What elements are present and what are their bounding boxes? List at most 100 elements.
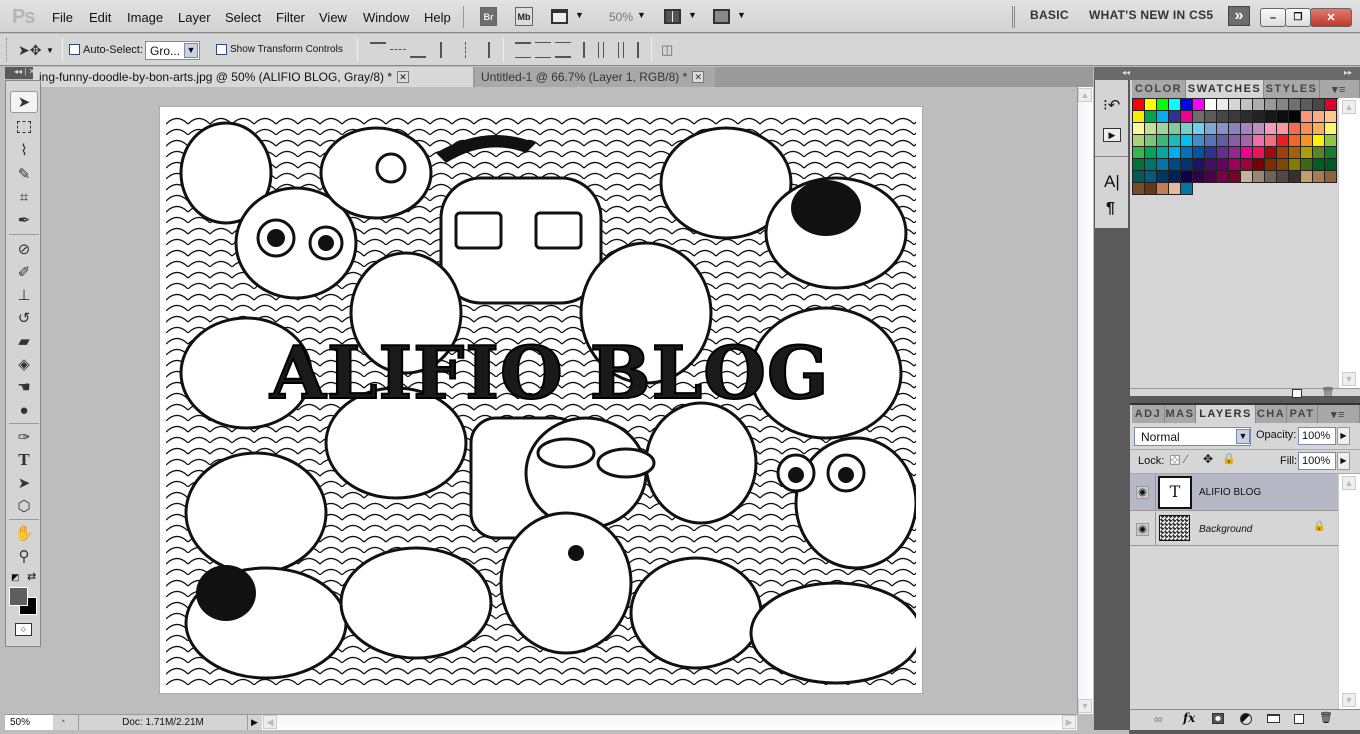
chevron-down-icon[interactable]: ▼ [575,10,584,20]
color-swatch[interactable] [1325,159,1337,171]
auto-select-checkbox[interactable] [69,44,80,55]
color-swatch[interactable] [1205,99,1217,111]
color-swatch[interactable] [1169,111,1181,123]
color-swatch[interactable] [1157,135,1169,147]
blur-tool-icon[interactable]: ● [10,399,38,421]
opacity-slider-arrow-icon[interactable]: ▶ [1337,427,1350,445]
fill-field[interactable]: 100% [1298,452,1336,470]
color-swatch[interactable] [1145,147,1157,159]
color-swatch[interactable] [1241,135,1253,147]
color-swatch[interactable] [1313,123,1325,135]
color-swatch[interactable] [1133,123,1145,135]
tab-swatches[interactable]: SWATCHES [1186,80,1264,98]
vertical-scrollbar[interactable]: ▲ ▼ [1077,87,1093,714]
menu-help[interactable]: Help [424,10,451,25]
color-swatch[interactable] [1145,111,1157,123]
color-swatch[interactable] [1229,147,1241,159]
color-swatch[interactable] [1301,123,1313,135]
color-swatch[interactable] [1277,111,1289,123]
mini-bridge-button[interactable]: Mb [515,7,533,26]
color-swatch[interactable] [1181,159,1193,171]
chevron-down-icon[interactable]: ▼ [46,46,54,55]
color-swatch[interactable] [1301,99,1313,111]
align-top-icon[interactable] [370,42,386,58]
color-swatch[interactable] [1145,183,1157,195]
color-swatch[interactable] [1181,183,1193,195]
eye-icon[interactable]: ◉ [1136,523,1149,536]
lock-transparent-icon[interactable] [1170,455,1180,465]
color-swatch[interactable] [1133,135,1145,147]
tab-layers[interactable]: LAYERS [1196,405,1256,423]
color-swatch[interactable] [1265,123,1277,135]
color-swatch[interactable] [1217,171,1229,183]
distribute-top-icon[interactable] [515,42,531,58]
color-swatch[interactable] [1301,147,1313,159]
color-swatch[interactable] [1289,159,1301,171]
distribute-left-icon[interactable] [583,42,599,58]
swap-colors-icon[interactable]: ⇄ [27,570,36,583]
screen-mode-icon[interactable] [713,9,730,24]
tab-document-2[interactable]: Untitled-1 @ 66.7% (Layer 1, RGB/8) * ✕ [475,67,715,87]
color-swatch[interactable] [1277,159,1289,171]
eye-icon[interactable]: ◉ [1136,486,1149,499]
color-swatch[interactable] [1325,123,1337,135]
new-swatch-icon[interactable] [1292,389,1302,398]
type-tool-icon[interactable]: T [10,449,38,471]
hand-tool-icon[interactable]: ✋ [10,522,38,544]
eyedropper-tool-icon[interactable]: ✒ [10,209,38,231]
timing-icon[interactable]: ◔ [59,716,66,728]
color-swatch[interactable] [1289,99,1301,111]
close-button[interactable]: ✕ [1310,8,1352,27]
quick-mask-icon[interactable]: ○ [15,623,32,636]
swatch-scrollbar[interactable]: ▲ ▼ [1338,98,1360,388]
color-swatch[interactable] [1313,147,1325,159]
color-swatch[interactable] [1181,123,1193,135]
color-swatch[interactable] [1325,99,1337,111]
color-swatch[interactable] [1169,171,1181,183]
color-swatch[interactable] [1313,111,1325,123]
color-swatch[interactable] [1157,171,1169,183]
quick-selection-tool-icon[interactable]: ✎ [10,163,38,185]
color-swatch[interactable] [1301,171,1313,183]
color-swatch[interactable] [1289,123,1301,135]
color-swatch[interactable] [1241,147,1253,159]
scroll-right-icon[interactable]: ▶ [1062,715,1076,729]
layers-scrollbar[interactable]: ▲ ▼ [1338,474,1360,709]
chevron-down-icon[interactable]: ▼ [737,10,746,20]
color-swatch[interactable] [1133,159,1145,171]
history-brush-tool-icon[interactable]: ↺ [10,307,38,329]
color-swatch[interactable] [1169,135,1181,147]
color-swatch[interactable] [1289,111,1301,123]
close-tab-icon[interactable]: ✕ [692,71,705,83]
distribute-vcenter-icon[interactable] [535,42,551,58]
chevron-down-icon[interactable]: ▼ [688,10,697,20]
path-selection-tool-icon[interactable]: ➤ [10,472,38,494]
marquee-tool-icon[interactable] [10,116,38,138]
tab-channels[interactable]: CHA [1256,405,1287,423]
panel-menu-icon[interactable]: ▾≡ [1320,80,1360,98]
paint-bucket-tool-icon[interactable]: ◈ [10,353,38,375]
history-panel-icon[interactable]: ⁝↶ [1103,96,1120,114]
layer-name[interactable]: ALIFIO BLOG [1199,487,1261,498]
arrange-documents-icon[interactable] [664,9,681,24]
color-swatch[interactable] [1193,111,1205,123]
color-swatch[interactable] [1193,159,1205,171]
distribute-hcenter-icon[interactable] [603,42,619,58]
color-swatch[interactable] [1313,159,1325,171]
menu-edit[interactable]: Edit [89,10,111,25]
align-bottom-icon[interactable] [410,42,426,58]
menu-window[interactable]: Window [363,10,409,25]
lasso-tool-icon[interactable]: ⌇ [10,139,38,161]
color-swatch[interactable] [1253,159,1265,171]
color-swatch[interactable] [1229,99,1241,111]
default-colors-icon[interactable]: ◩ [11,572,20,583]
color-swatch[interactable] [1217,147,1229,159]
scroll-down-icon[interactable]: ▼ [1342,372,1356,386]
align-right-icon[interactable] [474,42,490,58]
align-vcenter-icon[interactable] [390,49,406,51]
align-hcenter-icon[interactable] [465,42,467,58]
close-tab-icon[interactable]: ✕ [397,71,409,83]
lock-position-icon[interactable]: ✥ [1203,452,1213,466]
color-swatch[interactable] [1265,111,1277,123]
menu-file[interactable]: File [52,10,73,25]
